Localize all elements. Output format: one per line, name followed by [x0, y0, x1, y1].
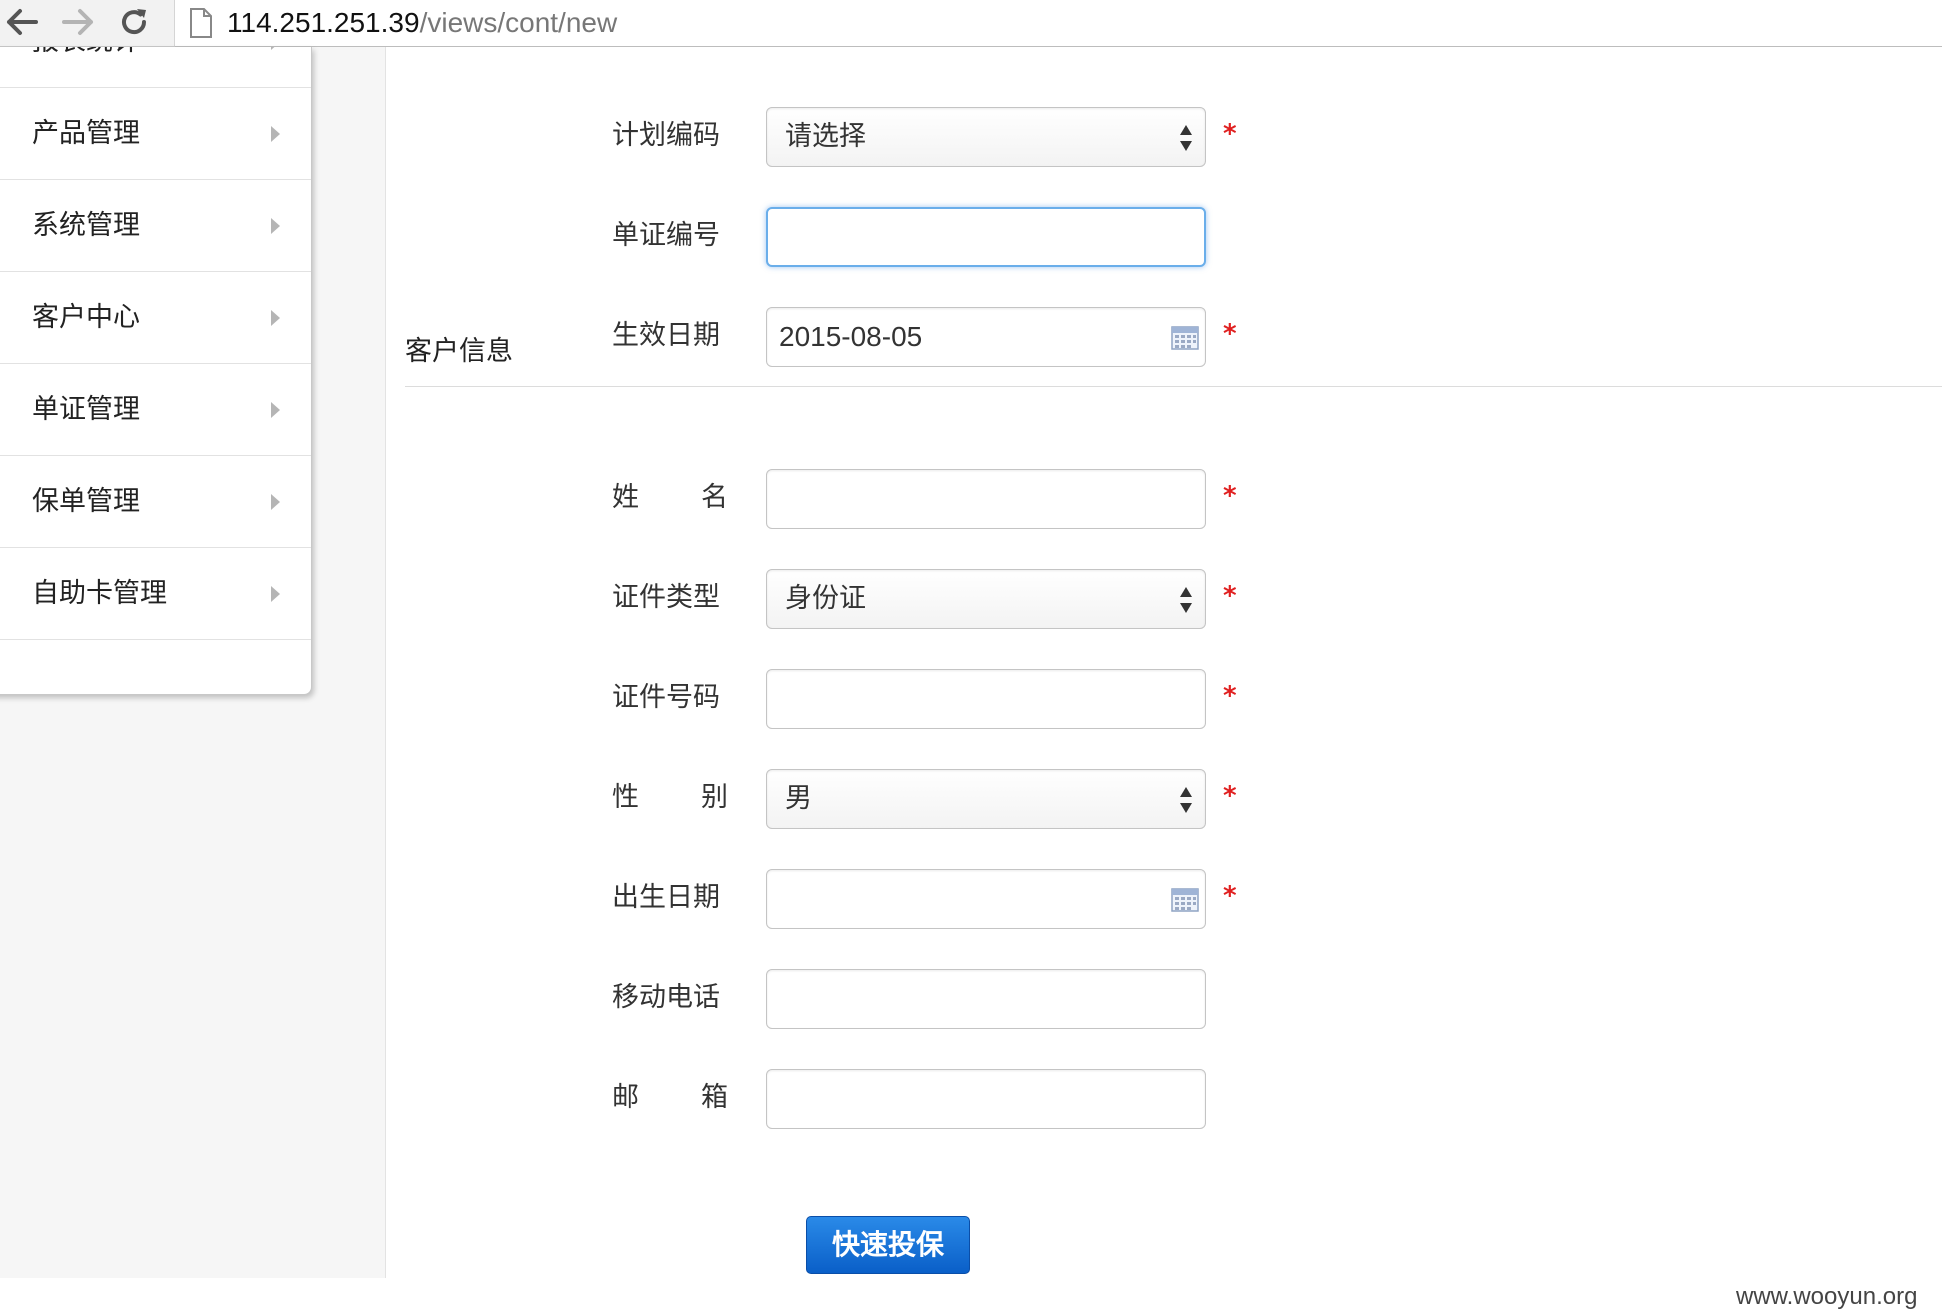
gender-label-first: 性 [612, 782, 639, 813]
email-label-first: 邮 [612, 1082, 639, 1113]
section-divider [405, 386, 1942, 387]
gender-select[interactable]: 男 [766, 769, 1206, 829]
section-title-customer-info: 客户信息 [405, 336, 513, 367]
sidebar-item-label: 单证管理 [32, 394, 140, 425]
sidebar-item-label: 报表统计 [32, 47, 140, 60]
required-marker: * [1223, 319, 1237, 349]
page-content: 报表统计 产品管理 系统管理 客户中心 单证管理 保单管理 [0, 47, 1942, 1310]
url-host: 114.251.251.39 [227, 7, 420, 38]
mobile-input[interactable] [766, 969, 1206, 1029]
reload-icon [122, 9, 147, 35]
calendar-icon[interactable] [1171, 324, 1199, 350]
select-arrows-icon [1180, 787, 1192, 813]
name-label-second: 名 [701, 482, 728, 513]
name-label: 姓 名 [612, 480, 728, 516]
sidebar-item-label: 系统管理 [32, 210, 140, 241]
reload-button[interactable] [116, 4, 152, 40]
quick-insure-button[interactable]: 快速投保 [806, 1216, 970, 1274]
sidebar-item-vouchers[interactable]: 单证管理 [0, 364, 311, 456]
sidebar-menu: 报表统计 产品管理 系统管理 客户中心 单证管理 保单管理 [0, 47, 312, 695]
select-arrows-icon [1180, 125, 1192, 151]
required-marker: * [1223, 119, 1237, 149]
email-input[interactable] [766, 1069, 1206, 1129]
forward-button[interactable] [60, 4, 96, 40]
required-marker: * [1223, 481, 1237, 511]
gender-label: 性 别 [612, 780, 728, 816]
arrow-right-icon [62, 9, 93, 35]
email-label: 邮 箱 [612, 1080, 728, 1116]
name-input[interactable] [766, 469, 1206, 529]
required-marker: * [1223, 681, 1237, 711]
birth-date-input[interactable] [766, 869, 1206, 929]
chevron-right-icon [271, 402, 280, 418]
chevron-right-icon [271, 218, 280, 234]
required-marker: * [1223, 881, 1237, 911]
url-text: 114.251.251.39/views/cont/new [227, 6, 617, 40]
chevron-right-icon [271, 310, 280, 326]
chevron-right-icon [271, 126, 280, 142]
gender-label-second: 别 [701, 782, 728, 813]
required-marker: * [1223, 781, 1237, 811]
chevron-right-icon [271, 586, 280, 602]
voucher-number-label: 单证编号 [612, 220, 720, 251]
id-type-value: 身份证 [785, 583, 866, 614]
sidebar-item-policies[interactable]: 保单管理 [0, 456, 311, 548]
sidebar-item-label: 客户中心 [32, 302, 140, 333]
birth-date-label: 出生日期 [612, 882, 720, 913]
voucher-number-input[interactable] [766, 207, 1206, 267]
browser-toolbar: 114.251.251.39/views/cont/new [0, 0, 1942, 47]
effective-date-label: 生效日期 [612, 320, 720, 351]
id-type-label: 证件类型 [612, 582, 720, 613]
mobile-label: 移动电话 [612, 982, 720, 1013]
left-column: 报表统计 产品管理 系统管理 客户中心 单证管理 保单管理 [0, 47, 386, 1278]
email-label-second: 箱 [701, 1082, 728, 1113]
required-marker: * [1223, 581, 1237, 611]
sidebar-item-label: 自助卡管理 [32, 578, 167, 609]
watermark: www.wooyun.org [1736, 1283, 1918, 1310]
plan-code-value: 请选择 [785, 121, 866, 152]
id-type-select[interactable]: 身份证 [766, 569, 1206, 629]
name-label-first: 姓 [612, 482, 639, 513]
plan-code-select[interactable]: 请选择 [766, 107, 1206, 167]
back-button[interactable] [4, 4, 40, 40]
sidebar-item-label: 产品管理 [32, 118, 140, 149]
sidebar-item-products[interactable]: 产品管理 [0, 88, 311, 180]
select-arrows-icon [1180, 587, 1192, 613]
arrow-left-icon [7, 9, 38, 35]
sidebar-item-self-service-cards[interactable]: 自助卡管理 [0, 548, 311, 640]
effective-date-value: 2015-08-05 [779, 321, 923, 352]
sidebar-item-label: 保单管理 [32, 486, 140, 517]
sidebar-item-system[interactable]: 系统管理 [0, 180, 311, 272]
sidebar-item-reports[interactable]: 报表统计 [0, 47, 311, 88]
id-number-label: 证件号码 [612, 682, 720, 713]
calendar-icon[interactable] [1171, 886, 1199, 912]
chevron-right-icon [271, 47, 280, 50]
plan-code-label: 计划编码 [612, 120, 720, 151]
page-icon [190, 8, 212, 38]
address-bar[interactable]: 114.251.251.39/views/cont/new [174, 0, 1942, 47]
effective-date-input[interactable]: 2015-08-05 [766, 307, 1206, 367]
gender-value: 男 [785, 783, 812, 814]
chevron-right-icon [271, 494, 280, 510]
sidebar-item-customers[interactable]: 客户中心 [0, 272, 311, 364]
id-number-input[interactable] [766, 669, 1206, 729]
url-path: /views/cont/new [419, 7, 618, 38]
